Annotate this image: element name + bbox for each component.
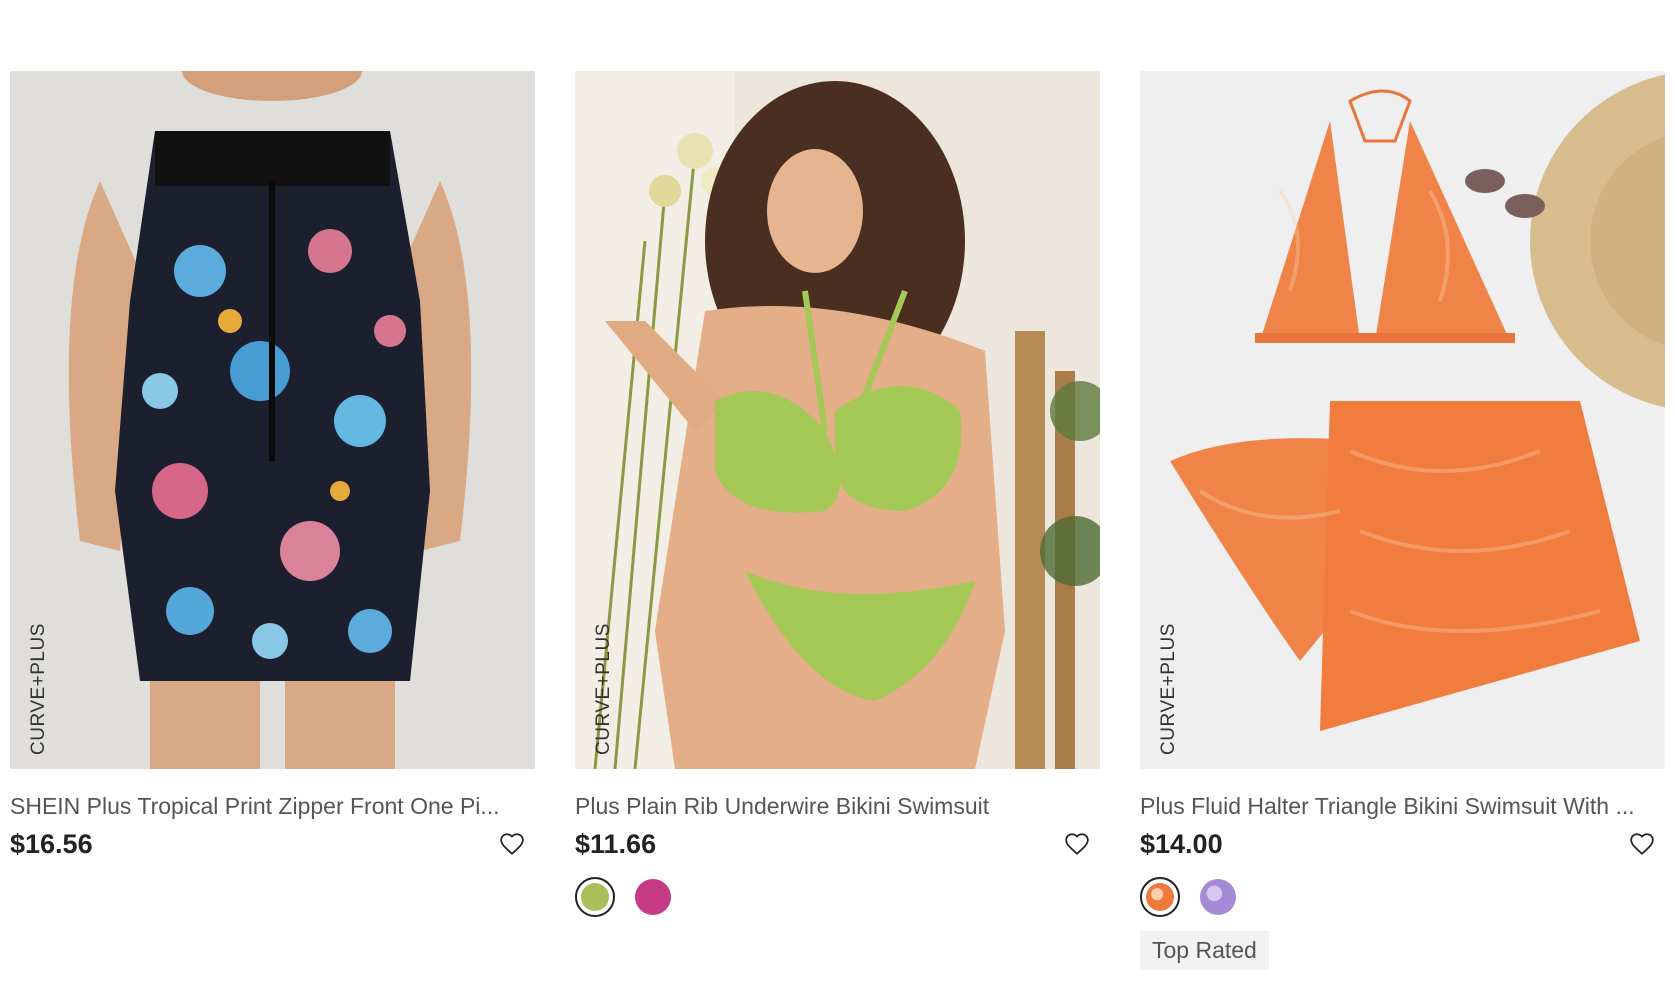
color-swatch[interactable] (575, 877, 615, 917)
brand-tag: CURVE+PLUS (1158, 623, 1179, 755)
product-price: $16.56 (10, 829, 93, 859)
heart-outline-icon[interactable] (499, 831, 525, 857)
price-row: $16.56 (10, 827, 535, 861)
top-rated-badge: Top Rated (1140, 931, 1269, 970)
product-title[interactable]: Plus Fluid Halter Triangle Bikini Swimsu… (1140, 791, 1665, 821)
product-image[interactable]: CURVE+PLUS (1140, 71, 1665, 769)
heart-outline-icon[interactable] (1629, 831, 1655, 857)
heart-outline-icon[interactable] (1064, 831, 1090, 857)
price-row: $14.00 (1140, 827, 1665, 861)
product-price: $11.66 (575, 829, 657, 859)
brand-tag: CURVE+PLUS (28, 623, 49, 755)
product-card[interactable]: CURVE+PLUS Plus Plain Rib Underwire Biki… (575, 71, 1100, 970)
price-row: $11.66 (575, 827, 1100, 861)
product-title[interactable]: Plus Plain Rib Underwire Bikini Swimsuit (575, 791, 1100, 821)
color-swatches (1140, 877, 1665, 917)
color-swatches (575, 877, 1100, 917)
product-title[interactable]: SHEIN Plus Tropical Print Zipper Front O… (10, 791, 535, 821)
product-grid: CURVE+PLUS SHEIN Plus Tropical Print Zip… (10, 71, 1665, 970)
product-card[interactable]: CURVE+PLUS SHEIN Plus Tropical Print Zip… (10, 71, 535, 970)
product-price: $14.00 (1140, 829, 1223, 859)
color-swatch[interactable] (633, 877, 673, 917)
product-image[interactable]: CURVE+PLUS (575, 71, 1100, 769)
color-swatch[interactable] (1140, 877, 1180, 917)
brand-tag: CURVE+PLUS (593, 623, 614, 755)
product-card[interactable]: CURVE+PLUS Plus Fluid Halter Triangle Bi… (1140, 71, 1665, 970)
color-swatch[interactable] (1198, 877, 1238, 917)
product-image[interactable]: CURVE+PLUS (10, 71, 535, 769)
